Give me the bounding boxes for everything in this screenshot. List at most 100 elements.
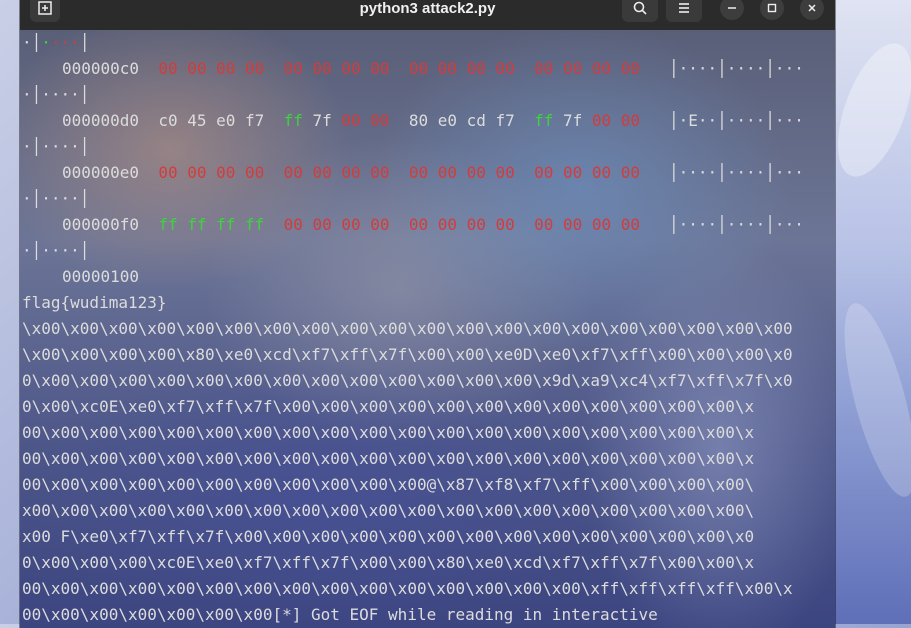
hexdump-byte: 00: [312, 163, 332, 182]
hexdump-byte: 00: [408, 59, 429, 78]
raw-output-line: 00\x00\x00\x00\x00\x00\x00\x00\x00\x00\x…: [22, 475, 755, 494]
hexdump-byte: 00: [370, 59, 390, 78]
hexdump-byte: 00: [341, 215, 361, 234]
hexdump-byte: 45: [187, 111, 207, 130]
hexdump-byte: ff: [216, 215, 236, 234]
hexdump-byte: ff: [245, 215, 265, 234]
hexdump-wrap-line: ·│····│: [22, 33, 90, 52]
hexdump-byte: f7: [245, 111, 265, 130]
hamburger-menu-icon: [679, 3, 689, 13]
hexdump-ascii: │····│····│···: [668, 163, 804, 182]
hexdump-ascii: │····│····│···: [668, 59, 804, 78]
hexdump-byte: 00: [562, 59, 583, 78]
menu-button[interactable]: [666, 0, 702, 22]
hexdump-row: 000000e0 00 00 00 00 00 00 00 00 00 00 0…: [62, 160, 804, 186]
hexdump-byte: 00: [158, 59, 178, 78]
minimize-button[interactable]: [720, 0, 744, 20]
hexdump-byte: 00: [370, 215, 390, 234]
hexdump-address: 000000e0: [62, 163, 140, 182]
terminal-output[interactable]: ·│····│ 000000c0 00 00 00 00 00 00 00 00…: [20, 30, 835, 628]
hexdump-address: 000000f0: [62, 215, 140, 234]
hexdump-byte: 00: [534, 215, 554, 234]
hexdump-byte: 00: [495, 59, 515, 78]
hexdump-byte: cd: [466, 111, 486, 130]
hexdump-byte: 00: [341, 111, 361, 130]
hexdump-ascii: │·E··│····│···: [668, 111, 804, 130]
hexdump-row: 000000c0 00 00 00 00 00 00 00 00 00 00 0…: [62, 56, 804, 82]
raw-output-line: \x00\x00\x00\x00\x00\x00\x00\x00\x00\x00…: [22, 319, 793, 338]
hexdump-byte: 00: [534, 59, 554, 78]
hexdump-byte: 00: [245, 163, 265, 182]
raw-output-line: \x00\x00\x00\x00\x80\xe0\xcd\xf7\xff\x7f…: [22, 345, 793, 364]
hexdump-byte: 7f: [312, 111, 332, 130]
hexdump-byte: 00: [370, 163, 390, 182]
title-bar[interactable]: python3 attack2.py: [20, 0, 835, 30]
hexdump-byte: 00: [495, 215, 515, 234]
hexdump-byte: 00: [591, 111, 612, 130]
maximize-button[interactable]: [760, 0, 784, 20]
hexdump-byte: 00: [216, 59, 236, 78]
desktop-wallpaper: [822, 0, 911, 624]
hexdump-wrap-line: ·│····│: [22, 85, 90, 104]
hexdump-byte: 00: [283, 59, 303, 78]
raw-output-line: 0\x00\x00\x00\xc0E\xe0\xf7\xff\x7f\x00\x…: [22, 553, 755, 572]
close-icon: [808, 4, 816, 12]
hexdump-byte: 00: [495, 163, 515, 182]
hexdump-byte: 00: [245, 59, 265, 78]
hexdump-byte: 00: [437, 163, 457, 182]
raw-output-line: 00\x00\x00\x00\x00\x00\x00\x00\x00\x00\x…: [22, 423, 755, 442]
hexdump-byte: 7f: [562, 111, 583, 130]
hexdump-byte: 00: [341, 163, 361, 182]
hexdump-byte: 00: [187, 163, 207, 182]
raw-output-line: x00 F\xe0\xf7\xff\x7f\x00\x00\x00\x00\x0…: [22, 527, 755, 546]
hexdump-byte: 00: [187, 59, 207, 78]
hexdump-byte: 00: [216, 163, 236, 182]
hexdump-byte: 00: [620, 111, 641, 130]
hexdump-byte: 00: [283, 215, 303, 234]
hexdump-byte: 00: [341, 59, 361, 78]
hexdump-byte: 00: [534, 163, 554, 182]
hexdump-wrap-line: ·│····│: [22, 241, 90, 260]
hexdump-byte: 00: [562, 215, 583, 234]
hexdump-row: 000000d0 c0 45 e0 f7 ff 7f 00 00 80 e0 c…: [62, 108, 804, 134]
close-button[interactable]: [800, 0, 824, 20]
hexdump-address: 000000c0: [62, 59, 140, 78]
window-title: python3 attack2.py: [359, 0, 496, 17]
hexdump-byte: 00: [466, 59, 486, 78]
raw-output-line: 00\x00\x00\x00\x00\x00\x00\x00\x00\x00\x…: [22, 579, 793, 598]
hexdump-byte: 00: [312, 215, 332, 234]
hexdump-byte: 80: [408, 111, 429, 130]
hexdump-row: 000000f0 ff ff ff ff 00 00 00 00 00 00 0…: [62, 212, 804, 238]
hexdump-wrap-line: ·│····│: [22, 189, 90, 208]
hexdump-ascii: │····│····│···: [668, 215, 804, 234]
hexdump-byte: 00: [591, 163, 612, 182]
hexdump-byte: 00: [437, 59, 457, 78]
hexdump-byte: 00: [591, 59, 612, 78]
hexdump-byte: 00: [466, 215, 486, 234]
hexdump-byte: 00: [620, 59, 641, 78]
wallpaper-highlight: [829, 296, 911, 504]
raw-output-line: x00\x00\x00\x00\x00\x00\x00\x00\x00\x00\…: [22, 501, 755, 520]
hexdump-byte: 00: [620, 163, 641, 182]
hexdump-byte: 00: [283, 163, 303, 182]
hexdump-byte: 00: [312, 59, 332, 78]
terminal-window: python3 attack2.py ·│····│ 000000c0 00 0…: [20, 0, 835, 628]
hexdump-byte: f7: [495, 111, 515, 130]
hexdump-end-address: 00000100: [62, 267, 140, 286]
raw-output-line: 0\x00\x00\x00\x00\x00\x00\x00\x00\x00\x0…: [22, 371, 793, 390]
hexdump-byte: ff: [158, 215, 178, 234]
raw-output-line: 00\x00\x00\x00\x00\x00\x00\x00\x00\x00\x…: [22, 449, 755, 468]
search-icon: [633, 1, 647, 15]
raw-output-line: 0\x00\xc0E\xe0\xf7\xff\x7f\x00\x00\x00\x…: [22, 397, 755, 416]
hexdump-byte: ff: [534, 111, 554, 130]
hexdump-byte: e0: [216, 111, 236, 130]
hexdump-byte: 00: [562, 163, 583, 182]
hexdump-wrap-line: ·│····│: [22, 137, 90, 156]
hexdump-byte: c0: [158, 111, 178, 130]
hexdump-byte: 00: [466, 163, 486, 182]
maximize-icon: [767, 3, 777, 13]
search-button[interactable]: [622, 0, 658, 22]
hexdump-byte: 00: [158, 163, 178, 182]
hexdump-byte: ff: [283, 111, 303, 130]
wallpaper-highlight: [822, 33, 911, 187]
